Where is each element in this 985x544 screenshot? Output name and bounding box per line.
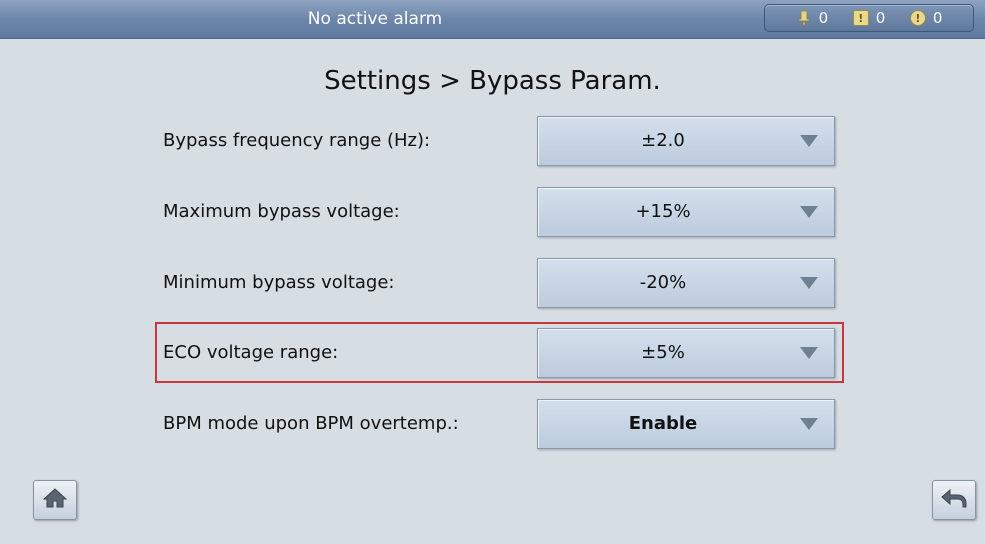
setting-row-eco-voltage-range: ECO voltage range: ±5% [163,328,835,378]
setting-row-bpm-mode-overtemp: BPM mode upon BPM overtemp.: Enable [163,399,835,449]
critical-alarm-counter: 0 [796,9,829,27]
setting-label: ECO voltage range: [163,342,339,363]
major-alarm-count: 0 [875,9,886,27]
dropdown-arrow-icon [800,277,818,289]
setting-label: Bypass frequency range (Hz): [163,130,431,151]
maximum-bypass-voltage-dropdown[interactable]: +15% [537,187,835,237]
dropdown-arrow-icon [800,418,818,430]
dropdown-value: +15% [635,201,691,222]
setting-row-minimum-bypass-voltage: Minimum bypass voltage: -20% [163,258,835,308]
back-button[interactable] [932,480,976,520]
top-status-bar: No active alarm 0 ! 0 ! 0 [0,0,985,39]
setting-row-maximum-bypass-voltage: Maximum bypass voltage: +15% [163,187,835,237]
minor-alarm-icon: ! [909,10,926,26]
setting-label: Maximum bypass voltage: [163,201,400,222]
home-button[interactable] [33,480,77,520]
critical-alarm-count: 0 [818,9,829,27]
dropdown-value: -20% [639,272,687,293]
bpm-mode-overtemp-dropdown[interactable]: Enable [537,399,835,449]
home-icon [42,487,68,513]
setting-label: BPM mode upon BPM overtemp.: [163,413,459,434]
dropdown-value: Enable [628,413,698,434]
dropdown-arrow-icon [800,206,818,218]
back-arrow-icon [940,487,968,513]
alarm-status-text[interactable]: No active alarm [0,0,750,38]
setting-row-bypass-frequency: Bypass frequency range (Hz): ±2.0 [163,116,835,166]
setting-label: Minimum bypass voltage: [163,272,395,293]
minor-alarm-count: 0 [932,9,943,27]
minor-alarm-counter: ! 0 [909,9,943,27]
critical-alarm-icon [796,10,812,26]
dropdown-value: ±2.0 [641,130,685,151]
dropdown-arrow-icon [800,135,818,147]
alarm-counters[interactable]: 0 ! 0 ! 0 [764,4,974,32]
minimum-bypass-voltage-dropdown[interactable]: -20% [537,258,835,308]
bypass-frequency-dropdown[interactable]: ±2.0 [537,116,835,166]
eco-voltage-range-dropdown[interactable]: ±5% [537,328,835,378]
major-alarm-counter: ! 0 [852,9,886,27]
dropdown-value: ±5% [641,342,685,363]
major-alarm-icon: ! [852,10,869,26]
dropdown-arrow-icon [800,347,818,359]
page-title: Settings > Bypass Param. [324,66,661,96]
